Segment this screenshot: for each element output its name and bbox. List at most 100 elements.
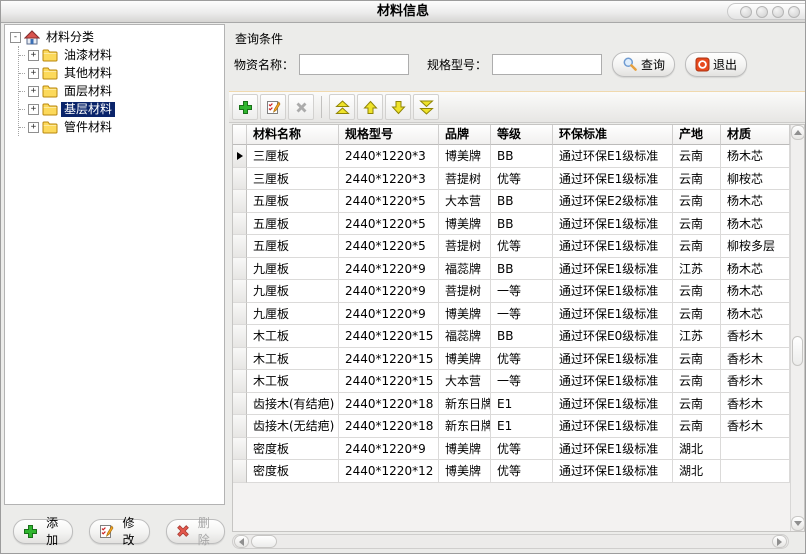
row-marker[interactable]	[233, 348, 247, 371]
table-cell: 齿接木(有结疤)	[247, 393, 339, 416]
row-marker[interactable]	[233, 213, 247, 236]
add-button[interactable]	[232, 94, 258, 120]
row-marker[interactable]	[233, 280, 247, 303]
magnifier-icon	[622, 56, 638, 72]
table-cell: 一等	[491, 370, 553, 393]
tree-expander[interactable]: +	[28, 122, 39, 133]
tree-item[interactable]: + 其他材料	[19, 64, 224, 82]
edit-button[interactable]	[260, 94, 286, 120]
row-marker[interactable]	[233, 303, 247, 326]
table-cell: 优等	[491, 235, 553, 258]
tree-item[interactable]: + 基层材料	[19, 100, 224, 118]
move-top-button[interactable]	[329, 94, 355, 120]
table-cell: 通过环保E1级标准	[553, 370, 673, 393]
table-row[interactable]: 木工板2440*1220*15博美牌优等通过环保E1级标准云南香杉木	[233, 348, 790, 371]
column-header[interactable]: 等级	[491, 125, 553, 145]
scroll-down-button[interactable]	[791, 516, 805, 531]
tree-root-item[interactable]: -材料分类	[10, 28, 224, 46]
column-header[interactable]: 产地	[673, 125, 721, 145]
horizontal-scrollbar[interactable]	[232, 534, 789, 549]
column-header[interactable]: 材料名称	[247, 125, 339, 145]
row-marker[interactable]	[233, 393, 247, 416]
window-control-button[interactable]	[788, 6, 800, 18]
row-marker[interactable]	[233, 168, 247, 191]
row-marker[interactable]	[233, 190, 247, 213]
table-row[interactable]: 五厘板2440*1220*5博美牌BB通过环保E1级标准云南杨木芯	[233, 213, 790, 236]
table-cell: 2440*1220*18	[339, 415, 439, 438]
table-row[interactable]: 三厘板2440*1220*3博美牌BB通过环保E1级标准云南杨木芯	[233, 145, 790, 168]
tree-item[interactable]: + 管件材料	[19, 118, 224, 136]
query-row: 物资名称： 规格型号： 查询 退出	[234, 52, 747, 76]
tree-item[interactable]: + 油漆材料	[19, 46, 224, 64]
tree-item-label[interactable]: 基层材料	[61, 102, 115, 117]
column-header[interactable]: 材质	[721, 125, 790, 145]
vertical-scrollbar[interactable]	[790, 125, 804, 531]
delete-button[interactable]: 删除	[166, 519, 225, 544]
tree-expander[interactable]: +	[28, 104, 39, 115]
table-row[interactable]: 木工板2440*1220*15大本营一等通过环保E1级标准云南香杉木	[233, 370, 790, 393]
row-marker[interactable]	[233, 415, 247, 438]
table-row[interactable]: 九厘板2440*1220*9福蕊牌BB通过环保E1级标准江苏杨木芯	[233, 258, 790, 281]
exit-button[interactable]: 退出	[685, 52, 747, 77]
table-cell: 杨木芯	[721, 213, 790, 236]
table-row[interactable]: 九厘板2440*1220*9菩提树一等通过环保E1级标准云南杨木芯	[233, 280, 790, 303]
query-section-title: 查询条件	[235, 30, 283, 47]
row-marker[interactable]	[233, 145, 247, 168]
table-cell: 福蕊牌	[439, 258, 491, 281]
row-marker[interactable]	[233, 438, 247, 461]
tree-expander[interactable]: +	[28, 50, 39, 61]
delete-button[interactable]	[288, 94, 314, 120]
table-row[interactable]: 九厘板2440*1220*9博美牌一等通过环保E1级标准云南杨木芯	[233, 303, 790, 326]
titlebar[interactable]: 材料信息	[1, 1, 805, 23]
column-header[interactable]: 规格型号	[339, 125, 439, 145]
move-down-button[interactable]	[385, 94, 411, 120]
tree-expander[interactable]: +	[28, 86, 39, 97]
tree-expander[interactable]: -	[10, 32, 21, 43]
scroll-left-button[interactable]	[234, 535, 249, 548]
window-control-button[interactable]	[756, 6, 768, 18]
table-row[interactable]: 木工板2440*1220*15福蕊牌BB通过环保E0级标准江苏香杉木	[233, 325, 790, 348]
row-marker[interactable]	[233, 460, 247, 483]
tree-item-label[interactable]: 油漆材料	[61, 48, 115, 63]
table-row[interactable]: 密度板2440*1220*12博美牌优等通过环保E1级标准湖北	[233, 460, 790, 483]
plus-icon	[23, 524, 38, 539]
move-bottom-button[interactable]	[413, 94, 439, 120]
move-up-button[interactable]	[357, 94, 383, 120]
edit-button-label: 修改	[117, 514, 139, 548]
column-header[interactable]: 品牌	[439, 125, 491, 145]
window-control-button[interactable]	[740, 6, 752, 18]
table-cell: 香杉木	[721, 348, 790, 371]
folder-icon	[42, 67, 58, 80]
horizontal-scrollbar-thumb[interactable]	[251, 535, 277, 548]
vertical-scrollbar-thumb[interactable]	[792, 336, 803, 366]
tree-expander[interactable]: +	[28, 68, 39, 79]
table-cell: 云南	[673, 168, 721, 191]
search-button[interactable]: 查询	[612, 52, 675, 77]
material-name-input[interactable]	[299, 54, 409, 75]
row-marker[interactable]	[233, 258, 247, 281]
search-button-label: 查询	[641, 56, 665, 73]
table-cell: 湖北	[673, 438, 721, 461]
tree-item[interactable]: + 面层材料	[19, 82, 224, 100]
table-row[interactable]: 五厘板2440*1220*5大本营BB通过环保E2级标准云南杨木芯	[233, 190, 790, 213]
table-row[interactable]: 齿接木(无结疤)2440*1220*18新东日牌E1通过环保E1级标准云南香杉木	[233, 415, 790, 438]
edit-button[interactable]: 修改	[89, 519, 149, 544]
row-marker[interactable]	[233, 235, 247, 258]
tree-item-label[interactable]: 其他材料	[61, 66, 115, 81]
table-row[interactable]: 三厘板2440*1220*3菩提树优等通过环保E1级标准云南柳桉芯	[233, 168, 790, 191]
table-cell: 2440*1220*5	[339, 190, 439, 213]
row-marker[interactable]	[233, 370, 247, 393]
scroll-up-button[interactable]	[791, 125, 805, 140]
table-row[interactable]: 五厘板2440*1220*5菩提树优等通过环保E1级标准云南柳桉多层	[233, 235, 790, 258]
tree-item-label[interactable]: 面层材料	[61, 84, 115, 99]
scroll-right-button[interactable]	[772, 535, 787, 548]
spec-model-input[interactable]	[492, 54, 602, 75]
table-row[interactable]: 齿接木(有结疤)2440*1220*18新东日牌E1通过环保E1级标准云南香杉木	[233, 393, 790, 416]
tree-item-label[interactable]: 管件材料	[61, 120, 115, 135]
add-button[interactable]: 添加	[13, 519, 73, 544]
window-control-button[interactable]	[772, 6, 784, 18]
table-row[interactable]: 密度板2440*1220*9博美牌优等通过环保E1级标准湖北	[233, 438, 790, 461]
row-marker[interactable]	[233, 325, 247, 348]
table-cell: 木工板	[247, 348, 339, 371]
column-header[interactable]: 环保标准	[553, 125, 673, 145]
